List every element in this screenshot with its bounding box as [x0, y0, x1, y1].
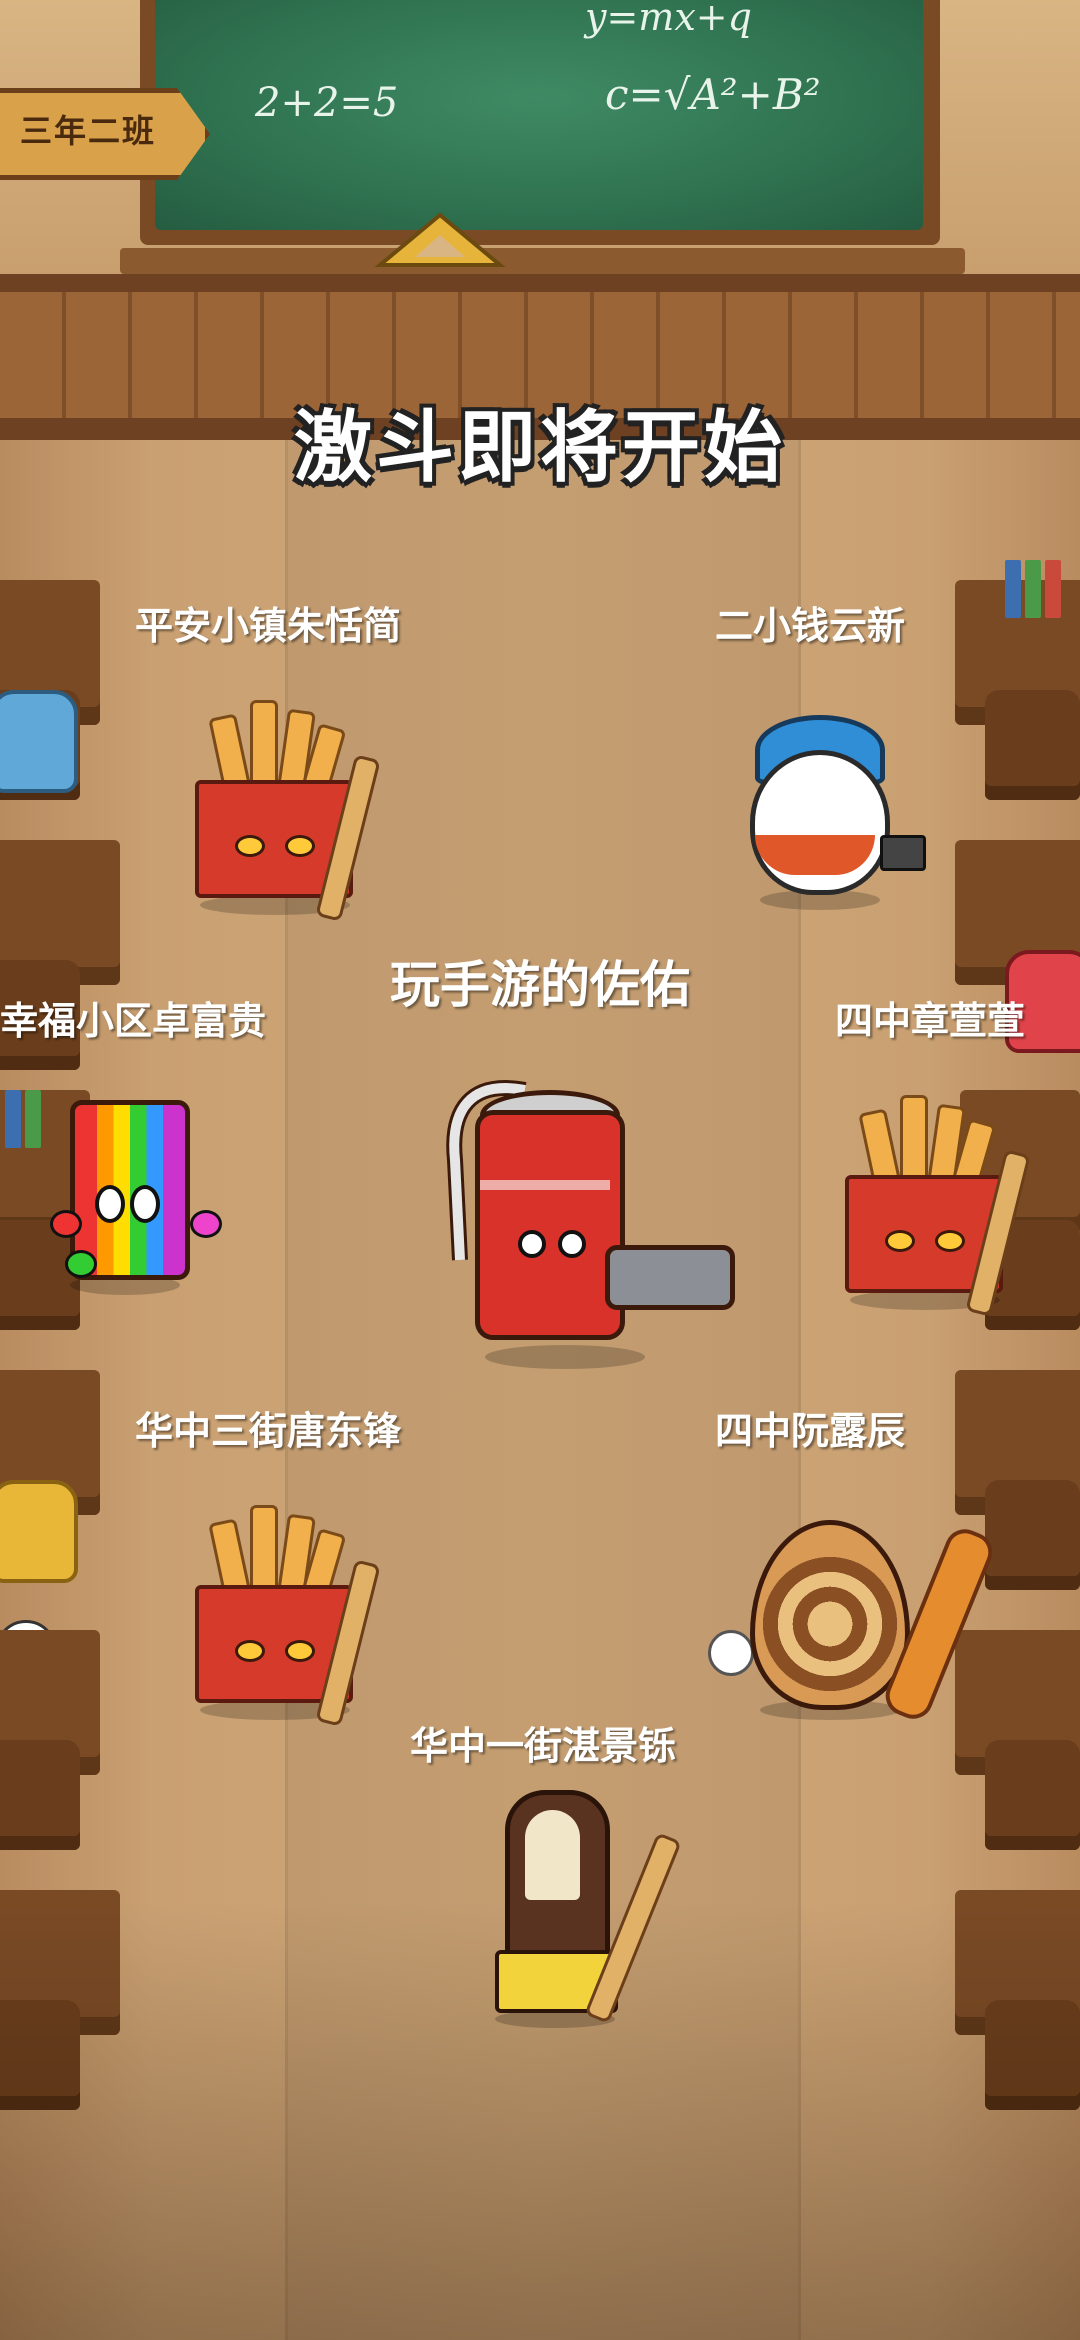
fries-character — [830, 1090, 1031, 1317]
class-sign-label: 三年二班 — [20, 112, 157, 150]
player-name: 华中一街湛景铄 — [410, 1724, 677, 1768]
book-icon — [25, 1090, 41, 1148]
ball-icon — [708, 1630, 754, 1676]
chalkboard: y=mx+q 2+2=5 c=√A²+B² — [155, 0, 923, 230]
player-name: 四中阮露辰 — [715, 1409, 906, 1453]
ruler-triangle-icon — [374, 212, 506, 267]
backpack-icon — [0, 690, 78, 793]
candy-cup-character — [40, 1090, 222, 1300]
school-chair — [985, 690, 1080, 800]
school-chair — [0, 1740, 80, 1850]
gun-icon — [605, 1245, 735, 1310]
player-name: 幸福小区卓富贵 — [0, 999, 267, 1043]
book-icon — [1005, 560, 1021, 618]
fries-character — [180, 1500, 381, 1727]
cone-character — [700, 1510, 1020, 1750]
chalk-formula: 2+2=5 — [255, 80, 399, 126]
match-starting-banner: 激斗即将开始 — [293, 403, 786, 493]
book-icon — [1025, 560, 1041, 618]
pistol-icon — [880, 835, 926, 871]
lobby-scene: y=mx+q 2+2=5 c=√A²+B² 三年二班 激斗即将开始 平安小镇朱恬… — [0, 0, 1080, 2340]
player-name: 二小钱云新 — [715, 604, 906, 648]
fries-character — [180, 695, 381, 922]
backpack-icon — [0, 1480, 78, 1583]
book-icon — [1045, 560, 1061, 618]
player-name: 平安小镇朱恬简 — [135, 604, 402, 648]
wall-panel-rail — [0, 274, 1080, 292]
popsicle-character — [470, 1790, 690, 2030]
chalk-ledge — [120, 248, 965, 274]
soda-can-character — [430, 1050, 740, 1370]
player-name-self: 玩手游的佐佑 — [390, 956, 690, 1014]
chalk-formula: c=√A²+B² — [605, 70, 821, 119]
book-icon — [5, 1090, 21, 1148]
cap-egg-character — [735, 715, 935, 915]
school-chair — [985, 1740, 1080, 1850]
chalk-formula: y=mx+q — [585, 0, 752, 39]
player-name: 四中章萱萱 — [835, 999, 1026, 1043]
player-name: 华中三街唐东锋 — [135, 1409, 402, 1453]
